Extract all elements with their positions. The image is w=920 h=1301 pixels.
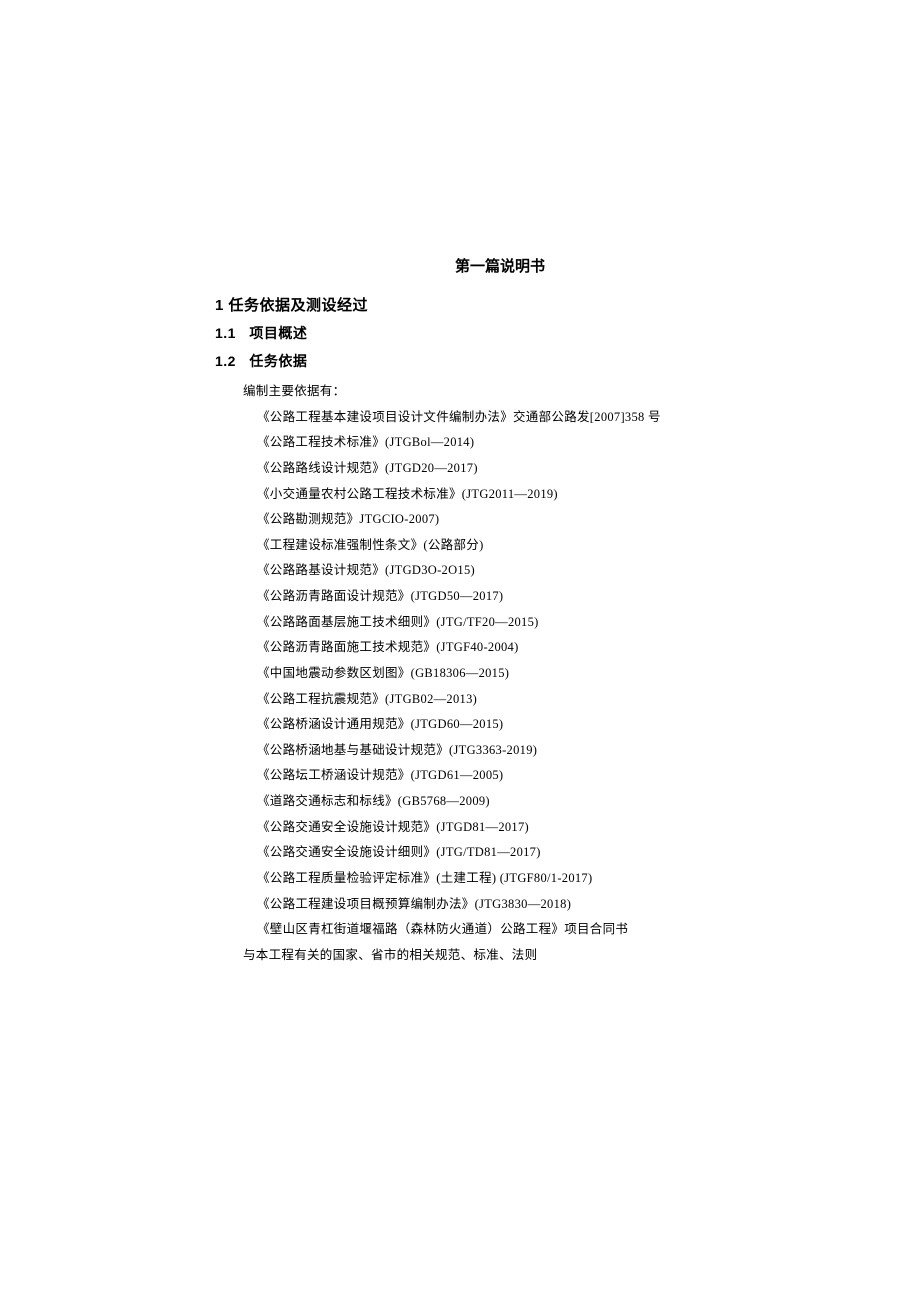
heading-number: 1.2 [215,353,245,369]
closing-text: 与本工程有关的国家、省市的相关规范、标准、法则 [215,943,785,969]
list-item: 《公路坛工桥涵设计规范》(JTGD61—2005) [257,763,785,789]
list-item: 《公路工程建设项目概预算编制办法》(JTG3830—2018) [257,892,785,918]
document-title: 第一篇说明书 [215,255,785,276]
list-item: 《公路桥涵地基与基础设计规范》(JTG3363-2019) [257,738,785,764]
list-item: 《公路工程基本建设项目设计文件编制办法》交通部公路发[2007]358 号 [257,405,785,431]
list-item: 《道路交通标志和标线》(GB5768—2009) [257,789,785,815]
heading-1-2: 1.2 任务依据 [215,351,785,371]
reference-list: 《公路工程基本建设项目设计文件编制办法》交通部公路发[2007]358 号 《公… [215,405,785,943]
list-item: 《公路沥青路面设计规范》(JTGD50—2017) [257,584,785,610]
list-item: 《公路路线设计规范》(JTGD20—2017) [257,456,785,482]
intro-text: 编制主要依据有： [215,379,785,405]
list-item: 《公路路基设计规范》(JTGD3O-2O15) [257,558,785,584]
list-item: 《公路工程抗震规范》(JTGB02—2013) [257,687,785,713]
heading-label: 项目概述 [249,325,307,341]
list-item: 《公路桥涵设计通用规范》(JTGD60—2015) [257,712,785,738]
list-item: 《公路沥青路面施工技术规范》(JTGF40-2004) [257,635,785,661]
heading-label: 任务依据 [249,353,307,369]
list-item: 《公路交通安全设施设计规范》(JTGD81—2017) [257,815,785,841]
heading-level-1: 1 任务依据及测设经过 [215,294,785,315]
heading-1-1: 1.1 项目概述 [215,323,785,343]
list-item: 《公路交通安全设施设计细则》(JTG/TD81—2017) [257,840,785,866]
list-item: 《小交通量农村公路工程技术标准》(JTG2011—2019) [257,482,785,508]
list-item: 《公路工程质量检验评定标准》(土建工程) (JTGF80/1-2017) [257,866,785,892]
list-item: 《公路路面基层施工技术细则》(JTG/TF20—2015) [257,610,785,636]
list-item: 《公路勘测规范》JTGCIO-2007) [257,507,785,533]
list-item: 《中国地震动参数区划图》(GB18306—2015) [257,661,785,687]
document-content: 第一篇说明书 1 任务依据及测设经过 1.1 项目概述 1.2 任务依据 编制主… [215,255,785,968]
list-item: 《壁山区青杠街道堰福路（森林防火通道）公路工程》项目合同书 [257,917,785,943]
list-item: 《工程建设标准强制性条文》(公路部分) [257,533,785,559]
list-item: 《公路工程技术标准》(JTGBol—2014) [257,430,785,456]
heading-number: 1.1 [215,325,245,341]
